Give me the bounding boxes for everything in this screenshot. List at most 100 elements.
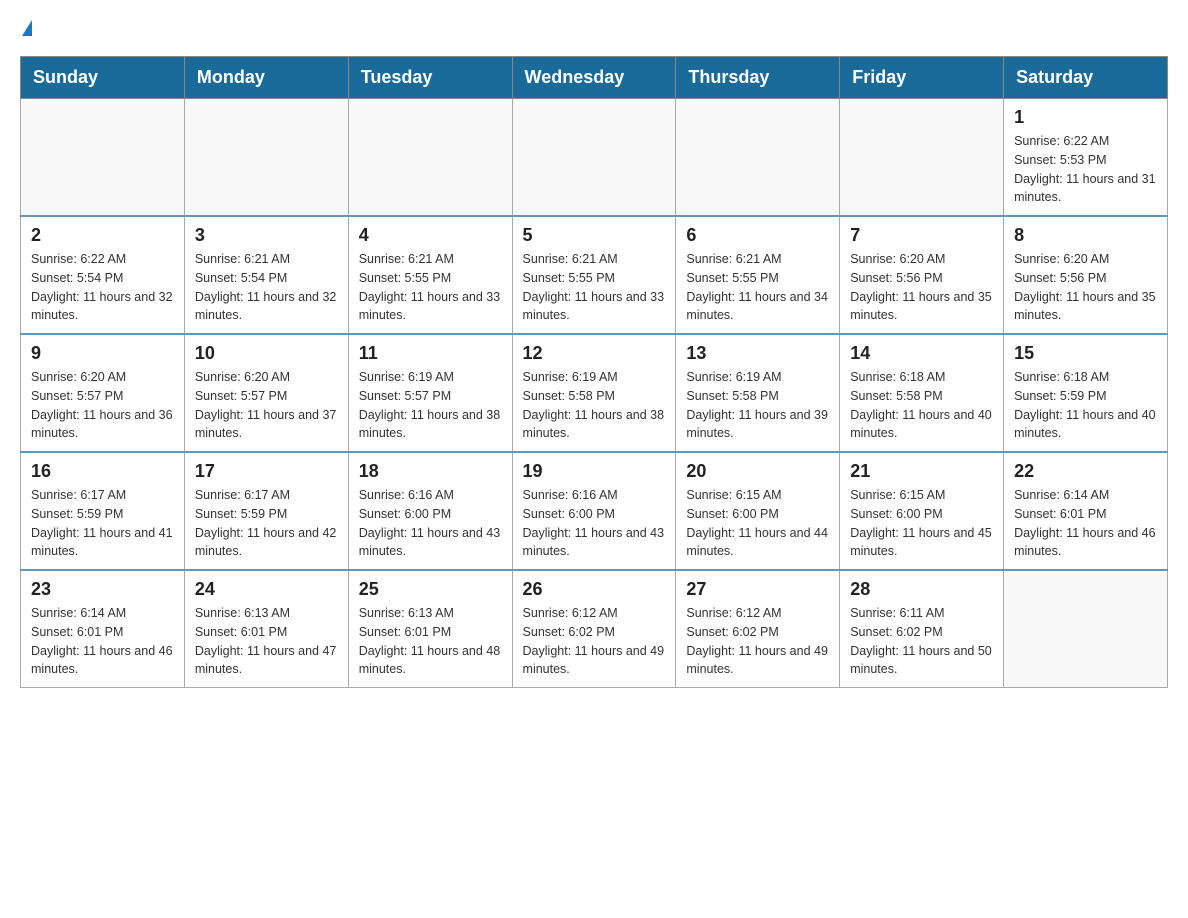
day-info: Sunrise: 6:16 AMSunset: 6:00 PMDaylight:… xyxy=(523,486,666,561)
calendar-week-row: 9 Sunrise: 6:20 AMSunset: 5:57 PMDaylight… xyxy=(21,334,1168,452)
page-header xyxy=(20,20,1168,36)
day-info: Sunrise: 6:18 AMSunset: 5:58 PMDaylight:… xyxy=(850,368,993,443)
day-number: 23 xyxy=(31,579,174,600)
day-info: Sunrise: 6:13 AMSunset: 6:01 PMDaylight:… xyxy=(359,604,502,679)
day-number: 1 xyxy=(1014,107,1157,128)
calendar-week-row: 23 Sunrise: 6:14 AMSunset: 6:01 PMDayligh… xyxy=(21,570,1168,688)
logo-triangle-icon xyxy=(22,20,32,36)
calendar-day-cell: 13 Sunrise: 6:19 AMSunset: 5:58 PMDayligh… xyxy=(676,334,840,452)
calendar-day-cell: 5 Sunrise: 6:21 AMSunset: 5:55 PMDaylight… xyxy=(512,216,676,334)
day-info: Sunrise: 6:12 AMSunset: 6:02 PMDaylight:… xyxy=(523,604,666,679)
calendar-day-cell: 21 Sunrise: 6:15 AMSunset: 6:00 PMDayligh… xyxy=(840,452,1004,570)
calendar-day-cell: 20 Sunrise: 6:15 AMSunset: 6:00 PMDayligh… xyxy=(676,452,840,570)
day-number: 10 xyxy=(195,343,338,364)
calendar-week-row: 2 Sunrise: 6:22 AMSunset: 5:54 PMDaylight… xyxy=(21,216,1168,334)
day-info: Sunrise: 6:15 AMSunset: 6:00 PMDaylight:… xyxy=(686,486,829,561)
day-info: Sunrise: 6:21 AMSunset: 5:55 PMDaylight:… xyxy=(359,250,502,325)
day-info: Sunrise: 6:21 AMSunset: 5:55 PMDaylight:… xyxy=(523,250,666,325)
calendar-day-cell xyxy=(348,99,512,217)
calendar-day-cell xyxy=(840,99,1004,217)
day-number: 8 xyxy=(1014,225,1157,246)
calendar-day-cell: 25 Sunrise: 6:13 AMSunset: 6:01 PMDayligh… xyxy=(348,570,512,688)
day-number: 22 xyxy=(1014,461,1157,482)
day-number: 15 xyxy=(1014,343,1157,364)
day-info: Sunrise: 6:19 AMSunset: 5:57 PMDaylight:… xyxy=(359,368,502,443)
day-info: Sunrise: 6:11 AMSunset: 6:02 PMDaylight:… xyxy=(850,604,993,679)
day-number: 11 xyxy=(359,343,502,364)
calendar-day-cell: 16Sunrise: 6:17 AMSunset: 5:59 PMDayligh… xyxy=(21,452,185,570)
day-info: Sunrise: 6:22 AMSunset: 5:53 PMDaylight:… xyxy=(1014,132,1157,207)
calendar-day-cell: 6Sunrise: 6:21 AMSunset: 5:55 PMDaylight… xyxy=(676,216,840,334)
calendar-day-cell: 22 Sunrise: 6:14 AMSunset: 6:01 PMDayligh… xyxy=(1004,452,1168,570)
day-info: Sunrise: 6:14 AMSunset: 6:01 PMDaylight:… xyxy=(1014,486,1157,561)
calendar-day-cell: 12 Sunrise: 6:19 AMSunset: 5:58 PMDayligh… xyxy=(512,334,676,452)
calendar-day-cell: 27Sunrise: 6:12 AMSunset: 6:02 PMDayligh… xyxy=(676,570,840,688)
day-number: 13 xyxy=(686,343,829,364)
day-number: 27 xyxy=(686,579,829,600)
day-info: Sunrise: 6:20 AMSunset: 5:57 PMDaylight:… xyxy=(31,368,174,443)
logo xyxy=(20,20,32,36)
day-number: 17 xyxy=(195,461,338,482)
weekday-header-monday: Monday xyxy=(184,57,348,99)
day-number: 4 xyxy=(359,225,502,246)
calendar-day-cell xyxy=(512,99,676,217)
day-info: Sunrise: 6:21 AMSunset: 5:54 PMDaylight:… xyxy=(195,250,338,325)
weekday-header-sunday: Sunday xyxy=(21,57,185,99)
day-number: 26 xyxy=(523,579,666,600)
calendar-day-cell: 10 Sunrise: 6:20 AMSunset: 5:57 PMDayligh… xyxy=(184,334,348,452)
calendar-day-cell xyxy=(184,99,348,217)
day-number: 25 xyxy=(359,579,502,600)
day-info: Sunrise: 6:16 AMSunset: 6:00 PMDaylight:… xyxy=(359,486,502,561)
calendar-table: SundayMondayTuesdayWednesdayThursdayFrid… xyxy=(20,56,1168,688)
calendar-day-cell: 3 Sunrise: 6:21 AMSunset: 5:54 PMDaylight… xyxy=(184,216,348,334)
day-info: Sunrise: 6:15 AMSunset: 6:00 PMDaylight:… xyxy=(850,486,993,561)
day-info: Sunrise: 6:20 AMSunset: 5:57 PMDaylight:… xyxy=(195,368,338,443)
weekday-header-tuesday: Tuesday xyxy=(348,57,512,99)
day-info: Sunrise: 6:13 AMSunset: 6:01 PMDaylight:… xyxy=(195,604,338,679)
day-info: Sunrise: 6:19 AMSunset: 5:58 PMDaylight:… xyxy=(523,368,666,443)
day-number: 3 xyxy=(195,225,338,246)
calendar-day-cell: 7 Sunrise: 6:20 AMSunset: 5:56 PMDaylight… xyxy=(840,216,1004,334)
calendar-day-cell: 23 Sunrise: 6:14 AMSunset: 6:01 PMDayligh… xyxy=(21,570,185,688)
weekday-header-friday: Friday xyxy=(840,57,1004,99)
calendar-day-cell xyxy=(676,99,840,217)
day-number: 2 xyxy=(31,225,174,246)
day-info: Sunrise: 6:21 AMSunset: 5:55 PMDaylight:… xyxy=(686,250,829,325)
day-info: Sunrise: 6:20 AMSunset: 5:56 PMDaylight:… xyxy=(1014,250,1157,325)
calendar-day-cell: 1 Sunrise: 6:22 AMSunset: 5:53 PMDaylight… xyxy=(1004,99,1168,217)
day-number: 18 xyxy=(359,461,502,482)
day-number: 9 xyxy=(31,343,174,364)
calendar-day-cell: 24Sunrise: 6:13 AMSunset: 6:01 PMDayligh… xyxy=(184,570,348,688)
calendar-day-cell: 15 Sunrise: 6:18 AMSunset: 5:59 PMDayligh… xyxy=(1004,334,1168,452)
calendar-day-cell: 17 Sunrise: 6:17 AMSunset: 5:59 PMDayligh… xyxy=(184,452,348,570)
day-info: Sunrise: 6:20 AMSunset: 5:56 PMDaylight:… xyxy=(850,250,993,325)
day-number: 14 xyxy=(850,343,993,364)
day-info: Sunrise: 6:19 AMSunset: 5:58 PMDaylight:… xyxy=(686,368,829,443)
day-number: 19 xyxy=(523,461,666,482)
calendar-day-cell: 2 Sunrise: 6:22 AMSunset: 5:54 PMDaylight… xyxy=(21,216,185,334)
weekday-header-thursday: Thursday xyxy=(676,57,840,99)
day-info: Sunrise: 6:18 AMSunset: 5:59 PMDaylight:… xyxy=(1014,368,1157,443)
day-number: 7 xyxy=(850,225,993,246)
day-number: 21 xyxy=(850,461,993,482)
calendar-day-cell: 9 Sunrise: 6:20 AMSunset: 5:57 PMDaylight… xyxy=(21,334,185,452)
calendar-day-cell: 14 Sunrise: 6:18 AMSunset: 5:58 PMDayligh… xyxy=(840,334,1004,452)
day-info: Sunrise: 6:22 AMSunset: 5:54 PMDaylight:… xyxy=(31,250,174,325)
day-info: Sunrise: 6:14 AMSunset: 6:01 PMDaylight:… xyxy=(31,604,174,679)
calendar-day-cell: 19 Sunrise: 6:16 AMSunset: 6:00 PMDayligh… xyxy=(512,452,676,570)
calendar-day-cell xyxy=(1004,570,1168,688)
day-number: 5 xyxy=(523,225,666,246)
weekday-header-row: SundayMondayTuesdayWednesdayThursdayFrid… xyxy=(21,57,1168,99)
day-info: Sunrise: 6:17 AMSunset: 5:59 PMDaylight:… xyxy=(31,486,174,561)
calendar-day-cell: 11 Sunrise: 6:19 AMSunset: 5:57 PMDayligh… xyxy=(348,334,512,452)
day-info: Sunrise: 6:17 AMSunset: 5:59 PMDaylight:… xyxy=(195,486,338,561)
calendar-week-row: 16Sunrise: 6:17 AMSunset: 5:59 PMDayligh… xyxy=(21,452,1168,570)
calendar-day-cell: 8 Sunrise: 6:20 AMSunset: 5:56 PMDaylight… xyxy=(1004,216,1168,334)
calendar-day-cell: 18 Sunrise: 6:16 AMSunset: 6:00 PMDayligh… xyxy=(348,452,512,570)
calendar-day-cell xyxy=(21,99,185,217)
calendar-day-cell: 28Sunrise: 6:11 AMSunset: 6:02 PMDayligh… xyxy=(840,570,1004,688)
weekday-header-saturday: Saturday xyxy=(1004,57,1168,99)
day-number: 20 xyxy=(686,461,829,482)
day-number: 12 xyxy=(523,343,666,364)
calendar-day-cell: 26 Sunrise: 6:12 AMSunset: 6:02 PMDayligh… xyxy=(512,570,676,688)
